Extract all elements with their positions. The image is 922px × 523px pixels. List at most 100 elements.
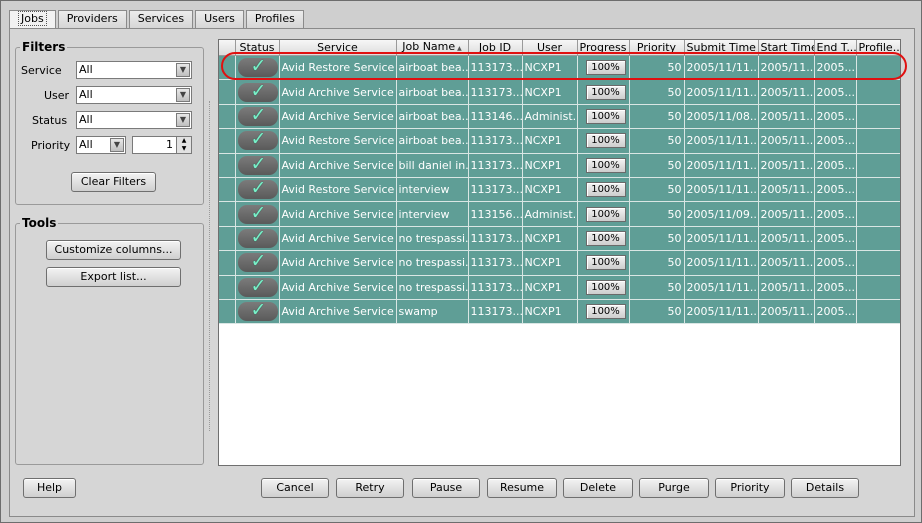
column-header-end-time[interactable]: End T... bbox=[814, 40, 857, 56]
table-row[interactable]: ✓ Avid Archive Service no trespassi... 1131… bbox=[219, 226, 900, 252]
progress-indicator: 100% bbox=[585, 206, 626, 222]
start-time-cell: 2005/11... bbox=[758, 226, 815, 252]
table-row[interactable]: ✓ Avid Archive Service swamp 113173... NCXP1… bbox=[219, 299, 900, 325]
column-header-status[interactable]: Status bbox=[235, 40, 280, 56]
end-time-cell: 2005... bbox=[814, 299, 857, 325]
row-select-cell[interactable] bbox=[219, 275, 236, 300]
progress-cell: 100% bbox=[577, 275, 630, 300]
job-name-cell: bill daniel in... bbox=[396, 153, 469, 178]
purge-button[interactable]: Purge bbox=[639, 478, 709, 498]
delete-button[interactable]: Delete bbox=[563, 478, 633, 498]
tab-users[interactable]: Users bbox=[195, 10, 244, 28]
job-id-cell: 113173... bbox=[468, 299, 523, 325]
end-time-cell: 2005... bbox=[814, 275, 857, 300]
column-header-priority[interactable]: Priority bbox=[629, 40, 685, 56]
profile-cell bbox=[856, 128, 900, 154]
service-filter-select[interactable]: All ▼ bbox=[76, 61, 192, 79]
pause-button[interactable]: Pause bbox=[412, 478, 480, 498]
clear-filters-button[interactable]: Clear Filters bbox=[71, 172, 156, 192]
filters-title: Filters bbox=[20, 40, 68, 54]
row-select-cell[interactable] bbox=[219, 104, 236, 130]
column-header-select[interactable] bbox=[219, 40, 236, 56]
table-row[interactable]: ✓ Avid Restore Service interview 113173... N… bbox=[219, 177, 900, 203]
priority-filter-select[interactable]: All ▼ bbox=[76, 136, 126, 154]
tab-providers[interactable]: Providers bbox=[57, 10, 127, 28]
column-header-progress[interactable]: Progress bbox=[577, 40, 630, 56]
tab-jobs[interactable]: Jobs bbox=[9, 10, 56, 29]
panel-splitter[interactable] bbox=[209, 101, 211, 431]
table-row[interactable]: ✓ Avid Archive Service no trespassi... 1131… bbox=[219, 250, 900, 276]
submit-time-cell: 2005/11/11... bbox=[684, 299, 759, 325]
column-header-user[interactable]: User bbox=[522, 40, 578, 56]
table-header-row: Status Service Job Name ▲ Job ID User Pro… bbox=[219, 40, 900, 56]
user-filter-label: User bbox=[44, 89, 70, 102]
service-cell: Avid Archive Service bbox=[279, 299, 397, 325]
row-select-cell[interactable] bbox=[219, 201, 236, 227]
tab-profiles[interactable]: Profiles bbox=[245, 10, 304, 28]
column-header-job-name[interactable]: Job Name ▲ bbox=[396, 40, 469, 56]
row-select-cell[interactable] bbox=[219, 55, 236, 81]
checkmark-icon: ✓ bbox=[250, 128, 267, 151]
cancel-button[interactable]: Cancel bbox=[261, 478, 329, 498]
table-row[interactable]: ✓ Avid Restore Service airboat bea... 11317… bbox=[219, 128, 900, 154]
priority-cell: 50 bbox=[629, 128, 685, 154]
table-row[interactable]: ✓ Avid Archive Servicebill daniel in...11… bbox=[219, 153, 900, 178]
status-cell: ✓ bbox=[235, 128, 280, 154]
end-time-cell: 2005... bbox=[814, 177, 857, 203]
status-cell: ✓ bbox=[235, 226, 280, 252]
column-header-start-time[interactable]: Start Time bbox=[758, 40, 815, 56]
table-row[interactable]: ✓ Avid Restore Service airboat bea... 11317… bbox=[219, 55, 900, 81]
submit-time-cell: 2005/11/11... bbox=[684, 226, 759, 252]
row-select-cell[interactable] bbox=[219, 79, 236, 105]
retry-button[interactable]: Retry bbox=[336, 478, 404, 498]
profile-cell bbox=[856, 226, 900, 252]
status-indicator: ✓ bbox=[237, 105, 278, 126]
table-row[interactable]: ✓ Avid Archive Service no trespassi... 1131… bbox=[219, 275, 900, 300]
priority-button[interactable]: Priority bbox=[715, 478, 785, 498]
table-row[interactable]: ✓ Avid Archive Service interview 113156... A… bbox=[219, 201, 900, 227]
row-select-cell[interactable] bbox=[219, 226, 236, 252]
service-cell: Avid Archive Service bbox=[279, 201, 397, 227]
user-filter-select[interactable]: All ▼ bbox=[76, 86, 192, 104]
tools-title: Tools bbox=[20, 216, 59, 230]
submit-time-cell: 2005/11/11... bbox=[684, 128, 759, 154]
resume-button[interactable]: Resume bbox=[487, 478, 557, 498]
tab-services[interactable]: Services bbox=[128, 10, 194, 28]
row-select-cell[interactable] bbox=[219, 128, 236, 154]
priority-cell: 50 bbox=[629, 177, 685, 203]
column-header-job-id[interactable]: Job ID bbox=[468, 40, 523, 56]
checkmark-icon: ✓ bbox=[250, 79, 267, 102]
end-time-cell: 2005... bbox=[814, 104, 857, 130]
details-button[interactable]: Details bbox=[791, 478, 859, 498]
row-select-cell[interactable] bbox=[219, 250, 236, 276]
job-monitor-window: Jobs Providers Services Users Profiles F… bbox=[0, 0, 922, 523]
start-time-cell: 2005/11... bbox=[758, 250, 815, 276]
priority-number-stepper[interactable]: 1 ▲ ▼ bbox=[132, 136, 192, 154]
user-filter-value: All bbox=[79, 88, 93, 101]
jobs-table: Status Service Job Name ▲ Job ID User Pro… bbox=[218, 39, 901, 466]
status-cell: ✓ bbox=[235, 55, 280, 81]
status-filter-select[interactable]: All ▼ bbox=[76, 111, 192, 129]
status-indicator: ✓ bbox=[237, 79, 278, 102]
checkmark-icon: ✓ bbox=[250, 55, 267, 78]
stepper-arrows-icon[interactable]: ▲ ▼ bbox=[176, 137, 191, 153]
table-row[interactable]: ✓ Avid Archive Service airboat bea... 11314… bbox=[219, 104, 900, 130]
column-header-service[interactable]: Service bbox=[279, 40, 397, 56]
progress-indicator: 100% bbox=[585, 279, 626, 295]
status-indicator: ✓ bbox=[237, 276, 278, 297]
row-select-cell[interactable] bbox=[219, 153, 236, 178]
job-id-cell: 113156... bbox=[468, 201, 523, 227]
row-select-cell[interactable] bbox=[219, 177, 236, 203]
help-button[interactable]: Help bbox=[23, 478, 76, 498]
column-header-submit-time[interactable]: Submit Time bbox=[684, 40, 759, 56]
checkmark-icon: ✓ bbox=[250, 201, 267, 224]
status-cell: ✓ bbox=[235, 104, 280, 130]
status-indicator: ✓ bbox=[237, 55, 278, 78]
customize-columns-button[interactable]: Customize columns... bbox=[46, 240, 181, 260]
status-indicator: ✓ bbox=[237, 300, 278, 322]
progress-indicator: 100% bbox=[585, 84, 626, 100]
table-row[interactable]: ✓ Avid Archive Service airboat bea... 11317… bbox=[219, 79, 900, 105]
row-select-cell[interactable] bbox=[219, 299, 236, 325]
column-header-profile[interactable]: Profile... bbox=[856, 40, 900, 56]
export-list-button[interactable]: Export list... bbox=[46, 267, 181, 287]
